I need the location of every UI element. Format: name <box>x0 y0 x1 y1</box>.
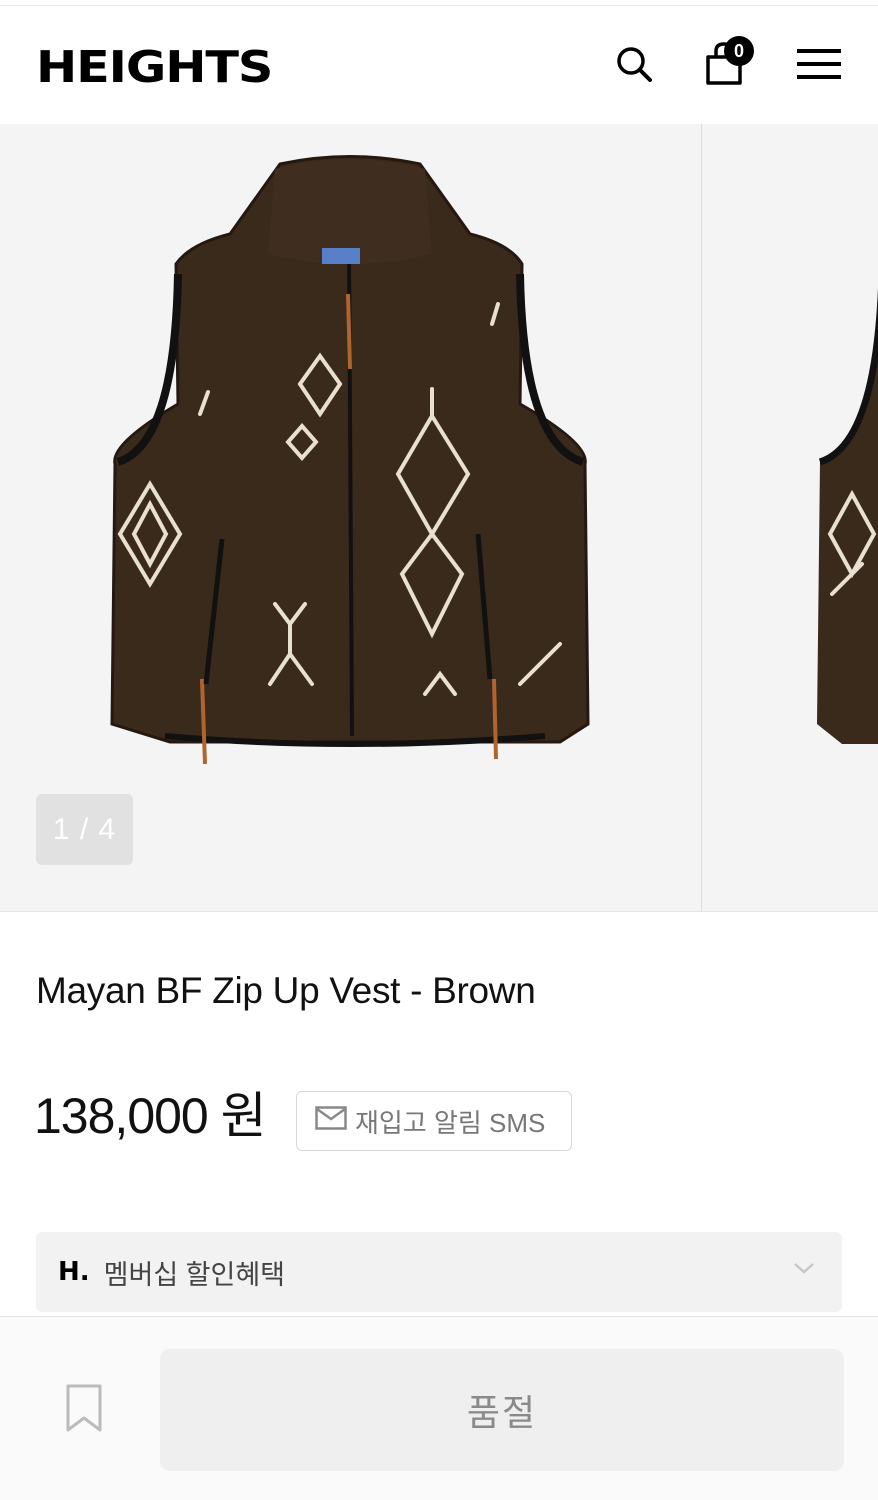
bookmark-icon[interactable] <box>62 1383 106 1433</box>
bottom-action-bar: 품절 <box>0 1316 878 1500</box>
membership-label: 멤버십 할인혜택 <box>103 1259 286 1290</box>
product-title: Mayan BF Zip Up Vest - Brown <box>36 970 536 1011</box>
cart-count-badge: 0 <box>724 36 754 66</box>
hamburger-menu-icon[interactable] <box>795 40 843 88</box>
product-image-slide-next[interactable] <box>701 124 878 911</box>
envelope-icon <box>315 1105 347 1137</box>
brand-logo[interactable]: HEIGHTS <box>36 42 273 93</box>
image-counter: 1 / 4 <box>36 794 133 865</box>
soldout-button[interactable]: 품절 <box>160 1349 844 1471</box>
vest-image-partial <box>817 286 878 744</box>
restock-sms-label: 재입고 알림 SMS <box>355 1107 546 1138</box>
chevron-down-icon <box>792 1260 816 1281</box>
membership-discount-dropdown[interactable]: H. 멤버십 할인혜택 <box>36 1232 842 1312</box>
site-header: HEIGHTS 0 <box>0 6 878 124</box>
membership-logo: H. <box>58 1257 90 1287</box>
search-icon[interactable] <box>610 40 658 88</box>
product-image-gallery[interactable]: 1 / 4 <box>0 124 878 912</box>
product-price: 138,000 원 <box>34 1088 267 1144</box>
restock-sms-button[interactable]: 재입고 알림 SMS <box>296 1091 572 1151</box>
